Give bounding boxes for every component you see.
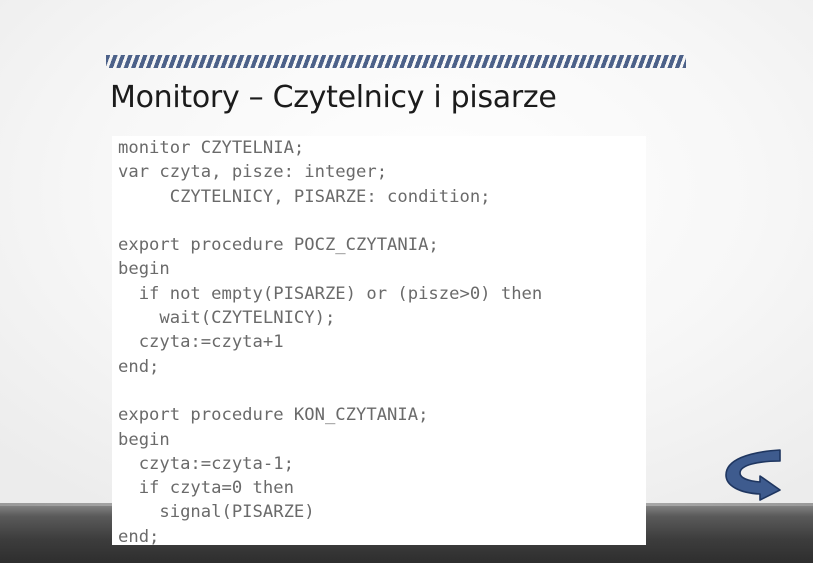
code-line: wait(CZYTELNICY); [118,308,336,329]
code-line: export procedure POCZ_CZYTANIA; [118,235,439,256]
code-line: if not empty(PISARZE) or (pisze>0) then [118,283,543,304]
code-line: czyta:=czyta-1; [118,453,294,474]
code-line: if czyta=0 then [118,478,294,499]
slide-title: Monitory – Czytelnicy i pisarze [110,80,557,115]
code-line: signal(PISARZE) [118,502,315,523]
code-listing: monitor CZYTELNIA; var czyta, pisze: inte… [118,136,542,545]
code-line: export procedure KON_CZYTANIA; [118,405,429,426]
decorative-stripe [106,55,686,68]
code-line: CZYTELNICY, PISARZE: condition; [118,186,491,207]
code-line: end; [118,356,160,377]
curved-return-arrow-icon [725,449,781,501]
code-block: monitor CZYTELNIA; var czyta, pisze: inte… [112,136,646,545]
slide: Monitory – Czytelnicy i pisarze monitor … [0,0,813,563]
code-line: begin [118,429,170,450]
code-line: var czyta, pisze: integer; [118,162,388,183]
return-button[interactable] [722,448,784,504]
code-line: czyta:=czyta+1 [118,332,284,353]
code-line: end; [118,526,160,545]
code-line: begin [118,259,170,280]
code-line: monitor CZYTELNIA; [118,138,305,158]
